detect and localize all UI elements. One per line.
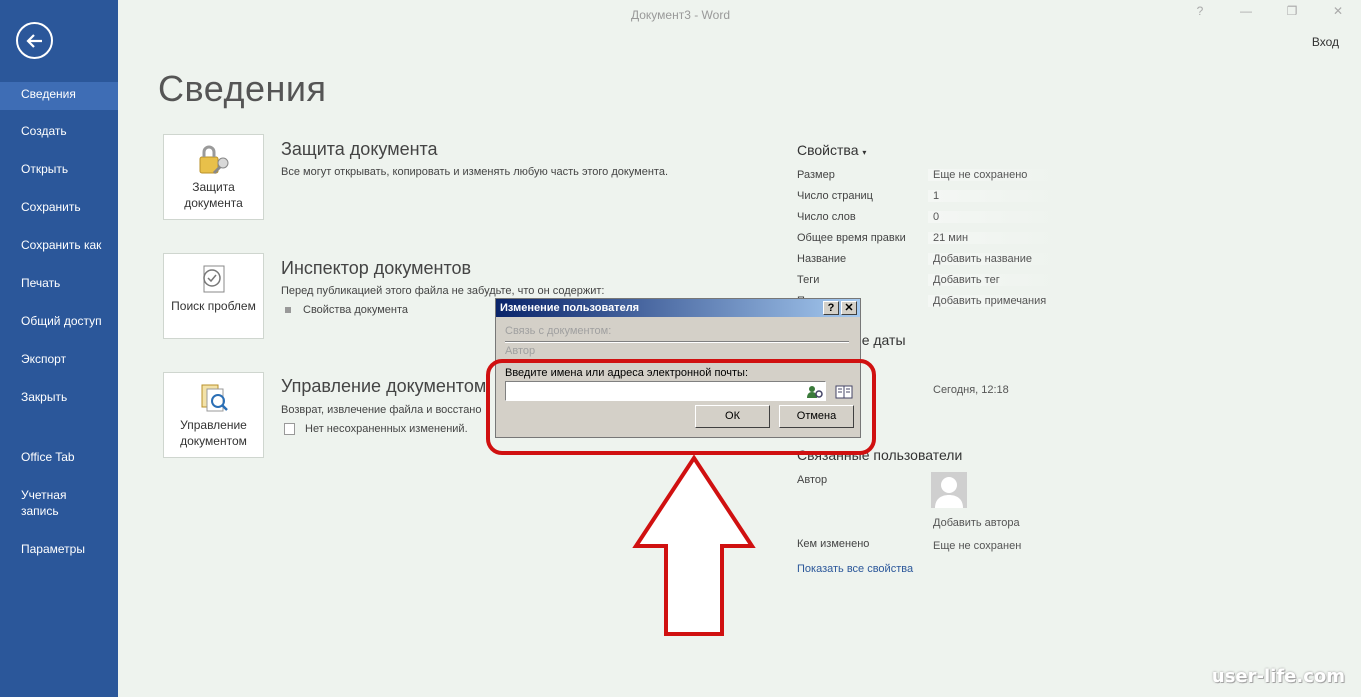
inspect-section-title: Инспектор документов (281, 258, 472, 278)
minimize-button[interactable]: — (1236, 4, 1256, 18)
prop-label-edit-time: Общее время правки (797, 232, 906, 244)
manage-document-button[interactable]: Управление документом (163, 372, 264, 458)
inspect-section-description: Перед публикацией этого файла не забудьт… (281, 285, 605, 297)
properties-title: Свойства (797, 142, 859, 158)
watermark: user-life.com (1211, 666, 1345, 687)
modified-by-value: Еще не сохранен (933, 540, 1022, 552)
window-title: Документ3 - Word (630, 8, 731, 22)
inspect-bullet: Свойства документа (285, 304, 408, 316)
manage-bullet-text: Нет несохраненных изменений. (305, 423, 468, 435)
prop-value-tags[interactable]: Добавить тег (928, 274, 1060, 286)
sidebar-item-account[interactable]: Учетная запись (0, 487, 90, 519)
protect-section-description: Все могут открывать, копировать и изменя… (281, 166, 669, 178)
sidebar-item-open[interactable]: Открыть (0, 161, 118, 177)
person-icon (935, 477, 963, 508)
add-author-link[interactable]: Добавить автора (928, 517, 1060, 529)
manage-section-title: Управление документом (281, 376, 487, 396)
prop-label-pages: Число страниц (797, 190, 873, 202)
prop-value-words: 0 (928, 211, 1060, 223)
protect-document-button[interactable]: Защита документа (163, 134, 264, 220)
up-arrow-icon (632, 454, 756, 636)
manage-section-description: Возврат, извлечение файла и восстано (281, 404, 482, 416)
inspect-bullet-text: Свойства документа (303, 304, 408, 316)
sidebar-item-close[interactable]: Закрыть (0, 389, 118, 405)
author-label: Автор (797, 474, 828, 486)
prop-value-comments[interactable]: Добавить примечания (928, 295, 1060, 307)
sidebar-item-office-tab[interactable]: Office Tab (0, 449, 118, 465)
manage-document-label: Управление документом (180, 418, 247, 448)
close-window-button[interactable]: ✕ (1328, 4, 1348, 18)
prop-label-size: Размер (797, 169, 835, 181)
dialog-group-label: Связь с документом: (505, 325, 612, 337)
sidebar-item-info[interactable]: Сведения (0, 82, 118, 110)
sidebar-item-print[interactable]: Печать (0, 275, 118, 291)
sidebar-item-save-as[interactable]: Сохранить как (0, 237, 118, 253)
created-date-value: Сегодня, 12:18 (933, 384, 1009, 396)
protect-section-title: Защита документа (281, 139, 438, 159)
back-arrow-icon[interactable] (16, 22, 53, 59)
show-all-properties-link[interactable]: Показать все свойства (797, 563, 913, 575)
properties-dropdown[interactable]: Свойства ▾ (797, 142, 866, 158)
dialog-close-button[interactable]: ✕ (841, 301, 857, 315)
prop-label-words: Число слов (797, 211, 856, 223)
sidebar-item-options[interactable]: Параметры (0, 541, 118, 557)
sidebar-item-new[interactable]: Создать (0, 123, 118, 139)
prop-value-edit-time: 21 мин (928, 232, 1060, 244)
prop-value-title[interactable]: Добавить название (928, 253, 1060, 265)
prop-label-title: Название (797, 253, 847, 265)
sign-in-link[interactable]: Вход (1312, 35, 1339, 49)
restore-button[interactable]: ❐ (1282, 4, 1302, 18)
sidebar-item-export[interactable]: Экспорт (0, 351, 118, 367)
highlight-outline (486, 359, 876, 455)
lock-key-icon (199, 145, 229, 175)
check-issues-label: Поиск проблем (171, 299, 256, 313)
dialog-help-button[interactable]: ? (823, 301, 839, 315)
manage-document-icon (201, 384, 228, 412)
help-button[interactable]: ? (1190, 4, 1210, 18)
prop-label-tags: Теги (797, 274, 820, 286)
dialog-divider (505, 341, 849, 343)
protect-document-label: Защита документа (184, 180, 243, 210)
avatar[interactable] (931, 472, 967, 508)
inspect-document-icon (203, 265, 225, 293)
manage-bullet: Нет несохраненных изменений. (284, 423, 468, 436)
document-icon (284, 423, 295, 436)
check-issues-button[interactable]: Поиск проблем (163, 253, 264, 339)
prop-value-pages: 1 (928, 190, 1060, 202)
dialog-title: Изменение пользователя (496, 299, 860, 317)
sidebar-item-save[interactable]: Сохранить (0, 199, 118, 215)
dialog-author-field: Автор (505, 345, 536, 357)
sidebar-item-share[interactable]: Общий доступ (0, 313, 118, 329)
modified-by-label: Кем изменено (797, 538, 870, 550)
chevron-down-icon: ▾ (862, 148, 867, 157)
backstage-sidebar: Сведения Создать Открыть Сохранить Сохра… (0, 0, 118, 697)
prop-value-size: Еще не сохранено (928, 169, 1060, 181)
page-title: Сведения (158, 68, 327, 109)
